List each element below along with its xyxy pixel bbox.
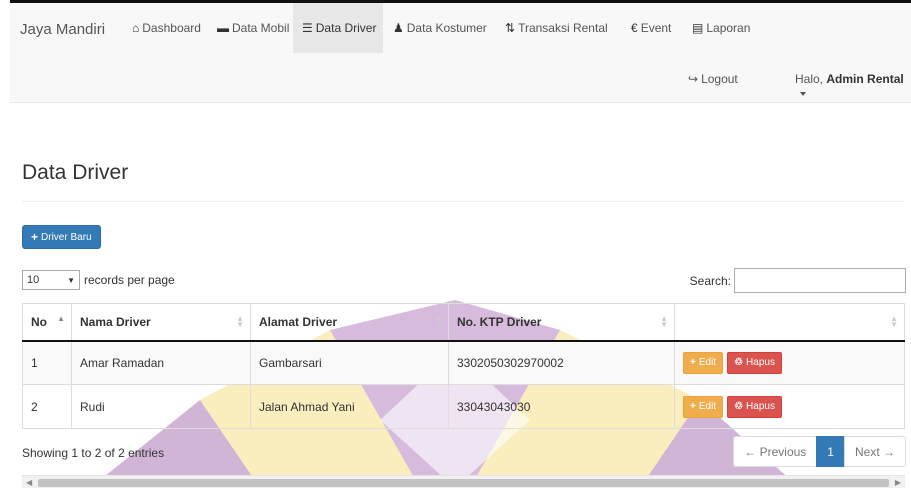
records-per-page-label: records per page — [84, 273, 175, 287]
records-per-page: 10 ▼ records per page — [22, 270, 175, 290]
column-header-nama[interactable]: Nama Driver ▲ ▼ — [71, 303, 251, 342]
cell-nama: Amar Ramadan — [71, 340, 251, 385]
scroll-right-icon[interactable]: ▶ — [895, 476, 901, 488]
column-header-actions[interactable]: ▲ ▼ — [674, 303, 905, 342]
user-name: Admin Rental — [826, 72, 904, 86]
nav-item-label: Transaksi Rental — [518, 21, 608, 35]
page-title: Data Driver — [22, 161, 129, 184]
report-icon: ▤ — [692, 21, 704, 35]
main-content: Data Driver + Driver Baru 10 ▼ records p… — [0, 103, 911, 488]
edit-label: Edit — [698, 357, 717, 369]
nav-item-label: Event — [640, 21, 672, 35]
logout-icon: ↪ — [688, 72, 699, 86]
sort-icon: ▲ ▼ — [434, 314, 442, 329]
edit-button[interactable]: + Edit — [683, 395, 724, 418]
table-row: 2 Rudi Jalan Ahmad Yani 33043043030 + Edi… — [22, 384, 905, 429]
trash-icon: ♲ — [734, 401, 744, 412]
column-header-alamat[interactable]: Alamat Driver ▲ ▼ — [250, 303, 449, 342]
cell-actions: + Edit ♲ Hapus — [674, 340, 905, 385]
euro-icon: € — [631, 21, 638, 35]
sort-icon: ▲ ▼ — [236, 314, 244, 329]
page-button-current[interactable]: 1 — [816, 436, 845, 467]
cell-no: 2 — [22, 384, 72, 429]
add-driver-label: Driver Baru — [41, 231, 92, 243]
table-row: 1 Amar Ramadan Gambarsari 33020503029700… — [22, 340, 905, 385]
sort-asc-icon: ▲ — [57, 314, 65, 323]
column-header-no[interactable]: No ▲ — [22, 303, 72, 342]
edit-button[interactable]: + Edit — [683, 351, 724, 374]
cell-alamat: Gambarsari — [250, 340, 449, 385]
delete-button[interactable]: ♲ Hapus — [727, 395, 782, 418]
search-label: Search: — [689, 273, 731, 288]
column-header-label: No — [31, 314, 47, 329]
list-icon: ☰ — [302, 21, 313, 35]
cell-actions: + Edit ♲ Hapus — [674, 384, 905, 429]
select-arrow-icon: ▼ — [67, 275, 75, 285]
edit-label: Edit — [698, 401, 717, 412]
driver-table: No ▲ Nama Driver ▲ ▼ Alamat Driver ▲ ▼ No. KT… — [22, 303, 905, 429]
nav-item-laporan[interactable]: ▤ Laporan — [683, 3, 759, 53]
cell-ktp: 3302050302970002 — [448, 340, 675, 385]
pagination: ← Previous 1 Next → — [733, 436, 906, 467]
add-driver-button[interactable]: + Driver Baru — [22, 225, 101, 249]
nav-item-data-mobil[interactable]: ▬ Data Mobil — [208, 3, 298, 53]
records-per-page-select[interactable]: 10 ▼ — [22, 270, 80, 290]
user-icon: ♟ — [393, 21, 404, 35]
nav-item-label: Data Driver — [315, 21, 377, 35]
nav-item-event[interactable]: € Event — [622, 3, 680, 53]
sort-arrows-icon: ⇅ — [505, 21, 516, 35]
column-header-label: Nama Driver — [80, 314, 151, 329]
cell-no: 1 — [22, 340, 72, 385]
greeting-text: Halo, — [795, 72, 824, 86]
caret-down-icon — [800, 91, 806, 96]
column-header-label: No. KTP Driver — [457, 314, 542, 329]
brand-logo-text[interactable]: Jaya Mandiri — [20, 21, 105, 38]
logout-link[interactable]: ↪ Logout — [688, 72, 738, 86]
plus-icon: + — [31, 230, 39, 244]
cell-ktp: 33043043030 — [448, 384, 675, 429]
nav-item-data-driver[interactable]: ☰ Data Driver — [293, 3, 383, 53]
column-header-label: Alamat Driver — [259, 314, 338, 329]
horizontal-scrollbar[interactable]: ◀ ▶ — [22, 475, 905, 488]
nav-item-label: Dashboard — [142, 21, 201, 35]
nav-item-dashboard[interactable]: ⌂ Dashboard — [123, 3, 210, 53]
sort-icon: ▲ ▼ — [660, 314, 668, 329]
cell-nama: Rudi — [71, 384, 251, 429]
scrollbar-thumb[interactable] — [38, 479, 889, 487]
search-input[interactable] — [734, 268, 906, 293]
nav-item-transaksi-rental[interactable]: ⇅ Transaksi Rental — [496, 3, 617, 53]
records-per-page-value: 10 — [27, 274, 40, 286]
previous-page-button[interactable]: ← Previous — [733, 436, 818, 467]
column-header-ktp[interactable]: No. KTP Driver ▲ ▼ — [448, 303, 675, 342]
delete-button[interactable]: ♲ Hapus — [727, 351, 782, 374]
table-info: Showing 1 to 2 of 2 entries — [22, 446, 165, 460]
nav-item-label: Data Kostumer — [406, 21, 487, 35]
nav-item-label: Laporan — [706, 21, 751, 35]
navbar: Jaya Mandiri ⌂ Dashboard ▬ Data Mobil ☰ … — [10, 3, 911, 103]
table-header-row: No ▲ Nama Driver ▲ ▼ Alamat Driver ▲ ▼ No. KT… — [22, 303, 905, 342]
cell-alamat: Jalan Ahmad Yani — [250, 384, 449, 429]
trash-icon: ♲ — [734, 357, 744, 369]
title-divider — [22, 201, 905, 202]
delete-label: Hapus — [746, 357, 775, 369]
sort-icon: ▲ ▼ — [890, 314, 898, 329]
plus-icon: + — [690, 357, 696, 369]
folder-icon: ▬ — [217, 21, 229, 35]
search-box: Search: — [690, 268, 906, 293]
nav-item-data-kostumer[interactable]: ♟ Data Kostumer — [384, 3, 496, 53]
user-menu-dropdown[interactable]: Halo, Admin Rental — [795, 72, 911, 100]
logout-label: Logout — [701, 72, 738, 86]
nav-item-label: Data Mobil — [232, 21, 290, 35]
scroll-left-icon[interactable]: ◀ — [26, 476, 32, 488]
next-page-button[interactable]: Next → — [843, 436, 906, 467]
plus-icon: + — [690, 401, 696, 412]
home-icon: ⌂ — [132, 21, 140, 35]
delete-label: Hapus — [746, 401, 775, 412]
